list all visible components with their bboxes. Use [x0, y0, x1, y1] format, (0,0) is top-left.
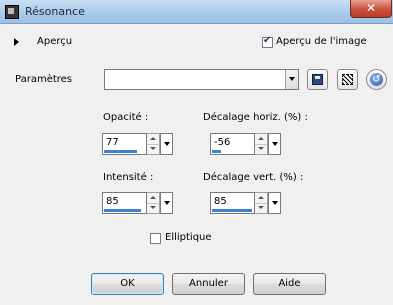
v-offset-input[interactable]: 85: [210, 192, 255, 214]
image-preview-label[interactable]: Aperçu de l'image: [276, 36, 367, 47]
close-button[interactable]: ✕: [350, 0, 392, 18]
elliptique-label[interactable]: Elliptique: [165, 232, 212, 243]
close-icon: ✕: [365, 1, 377, 15]
v-offset-stepper[interactable]: [255, 192, 268, 214]
opacity-input[interactable]: 77: [102, 133, 147, 155]
opacity-dropdown-icon[interactable]: [160, 133, 173, 155]
h-offset-label: Décalage horiz. (%) :: [203, 112, 308, 123]
preview-toggle-label[interactable]: Aperçu: [37, 36, 72, 47]
randomize-icon: [342, 74, 353, 85]
v-offset-dropdown-icon[interactable]: [268, 192, 281, 214]
opacity-value: 77: [106, 137, 119, 148]
opacity-spinner[interactable]: 77: [102, 133, 173, 155]
image-preview-checkbox[interactable]: [262, 35, 273, 48]
help-button[interactable]: Aide: [253, 273, 326, 295]
h-offset-spinner[interactable]: -56: [210, 133, 281, 155]
h-offset-dropdown-icon[interactable]: [268, 133, 281, 155]
h-offset-input[interactable]: -56: [210, 133, 255, 155]
h-offset-value: -56: [214, 137, 231, 148]
decrement-icon[interactable]: [147, 144, 159, 154]
reset-button[interactable]: ↺: [366, 69, 387, 90]
opacity-label: Opacité :: [103, 112, 149, 123]
reset-icon: ↺: [370, 73, 383, 86]
v-offset-level-bar: [212, 209, 252, 212]
intensity-label: Intensité :: [103, 172, 154, 183]
cancel-button[interactable]: Annuler: [172, 273, 245, 295]
opacity-stepper[interactable]: [147, 133, 160, 155]
intensity-dropdown-icon[interactable]: [160, 192, 173, 214]
intensity-spinner[interactable]: 85: [102, 192, 173, 214]
decrement-icon[interactable]: [255, 144, 267, 154]
intensity-input[interactable]: 85: [102, 192, 147, 214]
v-offset-label: Décalage vert. (%) :: [203, 172, 304, 183]
decrement-icon[interactable]: [255, 203, 267, 213]
expand-preview-icon[interactable]: [14, 38, 19, 46]
decrement-icon[interactable]: [147, 203, 159, 213]
save-preset-button[interactable]: [307, 69, 328, 90]
title-bar: Résonance ✕: [0, 0, 393, 24]
chevron-down-icon[interactable]: [285, 70, 298, 89]
window-title: Résonance: [25, 5, 85, 18]
v-offset-value: 85: [214, 196, 227, 207]
randomize-button[interactable]: [337, 69, 358, 90]
opacity-level-bar: [104, 150, 138, 153]
v-offset-spinner[interactable]: 85: [210, 192, 281, 214]
h-offset-level-bar: [212, 150, 222, 153]
intensity-stepper[interactable]: [147, 192, 160, 214]
intensity-level-bar: [104, 209, 141, 212]
elliptique-checkbox[interactable]: [150, 233, 161, 244]
save-preset-icon: [312, 74, 323, 85]
app-icon: [5, 5, 19, 19]
presets-label: Paramètres: [15, 74, 73, 85]
intensity-value: 85: [106, 196, 119, 207]
presets-dropdown[interactable]: [104, 69, 299, 90]
ok-button[interactable]: OK: [91, 273, 164, 295]
h-offset-stepper[interactable]: [255, 133, 268, 155]
